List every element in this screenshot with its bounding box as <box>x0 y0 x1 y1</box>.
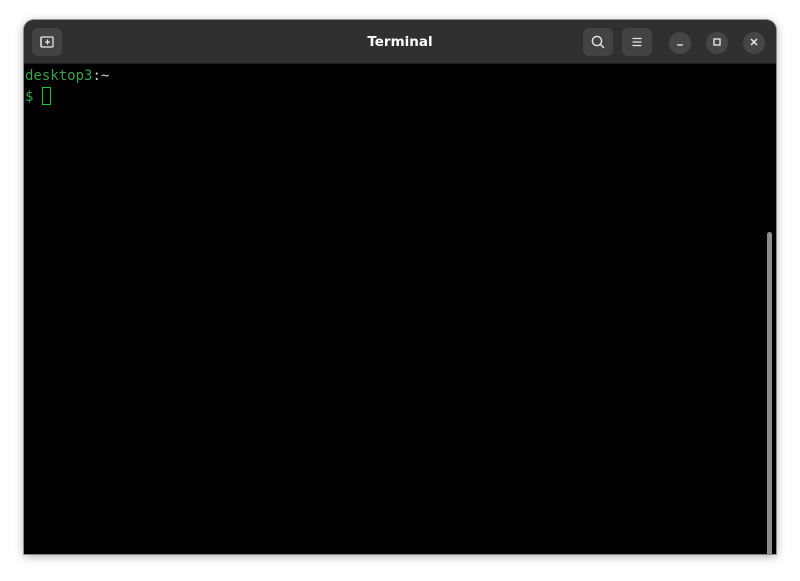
prompt-symbol: $ <box>25 89 34 105</box>
terminal-window: Terminal desktop3:~ $ <box>24 20 776 554</box>
header-bar: Terminal <box>24 20 776 64</box>
hamburger-menu-icon <box>629 34 645 50</box>
window-title: Terminal <box>367 34 433 50</box>
prompt-line: desktop3:~ <box>25 66 109 87</box>
text-cursor <box>42 87 51 105</box>
search-icon <box>590 34 606 50</box>
search-button[interactable] <box>583 28 613 56</box>
scrollbar-thumb[interactable] <box>767 232 772 554</box>
close-icon <box>749 34 759 52</box>
minimize-button[interactable] <box>669 32 691 54</box>
new-tab-icon <box>39 34 55 50</box>
close-button[interactable] <box>743 32 765 54</box>
maximize-icon <box>712 34 722 52</box>
prompt-path: :~ <box>92 68 110 84</box>
terminal-area[interactable]: desktop3:~ $ <box>24 64 776 554</box>
prompt-host: desktop3 <box>25 68 93 84</box>
new-tab-button[interactable] <box>32 28 62 56</box>
minimize-icon <box>675 34 685 52</box>
main-menu-button[interactable] <box>622 28 652 56</box>
input-line: $ <box>25 87 33 108</box>
maximize-button[interactable] <box>706 32 728 54</box>
